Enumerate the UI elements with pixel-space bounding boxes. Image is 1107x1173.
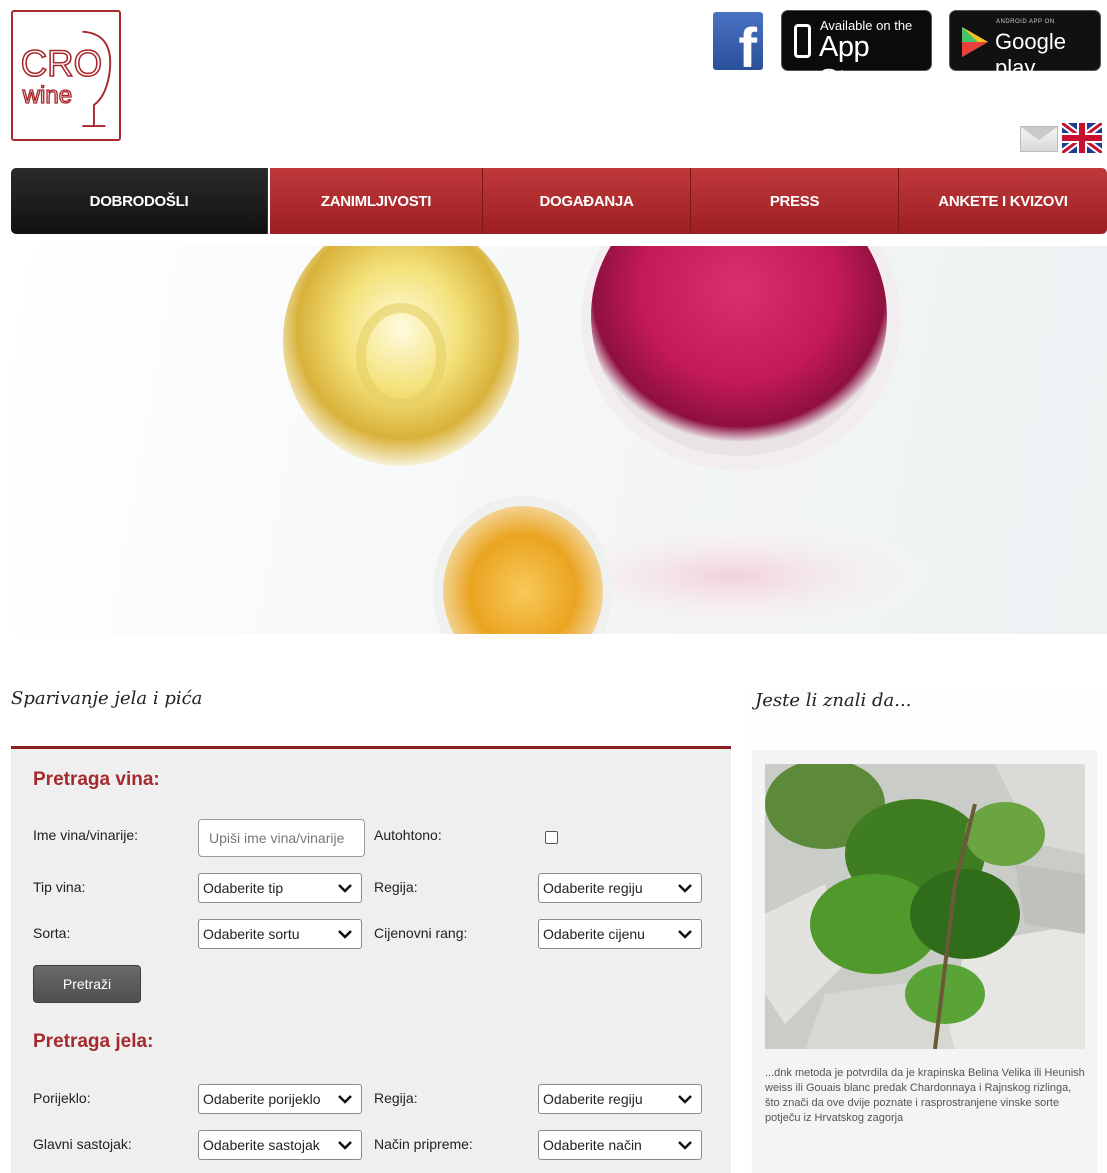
food-region-label: Regija: <box>374 1090 418 1106</box>
method-select[interactable]: Odaberite način <box>538 1130 702 1160</box>
chevron-down-icon <box>338 930 352 939</box>
logo-graphic: CRO wine <box>20 30 112 128</box>
did-you-know-text: ...dnk metoda je potvrdila da je krapins… <box>765 1067 1085 1124</box>
search-panel: Pretraga vina: Ime vina/vinarije: Upiši … <box>11 746 731 1173</box>
variety-label: Sorta: <box>33 925 71 941</box>
nav-item-zanimljivosti[interactable]: ZANIMLJIVOSTI <box>270 168 483 234</box>
nav-item-dogadanja[interactable]: DOGAĐANJA <box>483 168 691 234</box>
vine-leaves-image <box>765 764 1085 1049</box>
ingredient-value: Odaberite sastojak <box>203 1137 320 1153</box>
chevron-down-icon <box>678 1095 692 1104</box>
chevron-down-icon <box>338 884 352 893</box>
method-label: Način pripreme: <box>374 1136 473 1152</box>
origin-label: Porijeklo: <box>33 1090 91 1106</box>
wine-type-select[interactable]: Odaberite tip <box>198 873 362 903</box>
google-play-badge[interactable]: ANDROID APP ON Google play <box>949 10 1101 80</box>
vine-photo[interactable] <box>765 764 1085 1049</box>
wine-search-button[interactable]: Pretraži <box>33 965 141 1003</box>
crowine-logo[interactable]: CRO wine <box>11 10 121 141</box>
play-triangle-icon <box>962 27 988 57</box>
autochthonous-checkbox[interactable] <box>545 831 558 844</box>
googleplay-big-text: Google play <box>995 29 1066 80</box>
nav-item-dobrodosli[interactable]: DOBRODOŠLI <box>11 168 268 234</box>
wine-type-label: Tip vina: <box>33 879 86 895</box>
appstore-big-text: App Store <box>819 31 886 96</box>
hero-banner <box>11 246 1107 634</box>
phone-icon <box>794 24 811 58</box>
wine-type-value: Odaberite tip <box>203 880 284 896</box>
wine-name-input[interactable]: Upiši ime vina/vinarije <box>198 819 365 857</box>
price-select[interactable]: Odaberite cijenu <box>538 919 702 949</box>
facebook-icon[interactable]: f <box>713 12 763 70</box>
facebook-letter: f <box>738 16 757 71</box>
chevron-down-icon <box>338 1095 352 1104</box>
price-value: Odaberite cijenu <box>543 926 645 942</box>
mail-icon[interactable] <box>1020 126 1058 152</box>
wine-region-label: Regija: <box>374 879 418 895</box>
food-region-select[interactable]: Odaberite regiju <box>538 1084 702 1114</box>
sidebar-title: Jeste li znali da... <box>755 690 912 711</box>
nav-item-ankete[interactable]: ANKETE I KVIZOVI <box>899 168 1107 234</box>
ingredient-select[interactable]: Odaberite sastojak <box>198 1130 362 1160</box>
logo-text-cro: CRO <box>21 43 102 84</box>
main-nav: DOBRODOŠLI ZANIMLJIVOSTI DOGAĐANJA PRESS… <box>11 168 1107 234</box>
price-label: Cijenovni rang: <box>374 925 468 941</box>
chevron-down-icon <box>678 1141 692 1150</box>
wine-name-label: Ime vina/vinarije: <box>33 827 139 843</box>
googleplay-small-text: ANDROID APP ON <box>996 19 1055 25</box>
section-title-pairing: Sparivanje jela i pića <box>11 688 203 709</box>
wine-region-select[interactable]: Odaberite regiju <box>538 873 702 903</box>
ingredient-label: Glavni sastojak: <box>33 1136 132 1152</box>
chevron-down-icon <box>678 884 692 893</box>
food-region-value: Odaberite regiju <box>543 1091 643 1107</box>
chevron-down-icon <box>678 930 692 939</box>
method-value: Odaberite način <box>543 1137 642 1153</box>
wine-glasses-image <box>283 246 951 634</box>
chevron-down-icon <box>338 1141 352 1150</box>
autochthonous-label: Autohtono: <box>374 827 442 843</box>
uk-flag-icon[interactable] <box>1062 123 1102 153</box>
wine-search-heading: Pretraga vina: <box>33 769 160 790</box>
wine-region-value: Odaberite regiju <box>543 880 643 896</box>
origin-select[interactable]: Odaberite porijeklo <box>198 1084 362 1114</box>
food-search-heading: Pretraga jela: <box>33 1031 154 1052</box>
nav-item-press[interactable]: PRESS <box>691 168 899 234</box>
variety-select[interactable]: Odaberite sortu <box>198 919 362 949</box>
app-store-badge[interactable]: Available on the App Store <box>781 10 932 96</box>
origin-value: Odaberite porijeklo <box>203 1091 321 1107</box>
variety-value: Odaberite sortu <box>203 926 300 942</box>
logo-text-wine: wine <box>22 82 73 109</box>
